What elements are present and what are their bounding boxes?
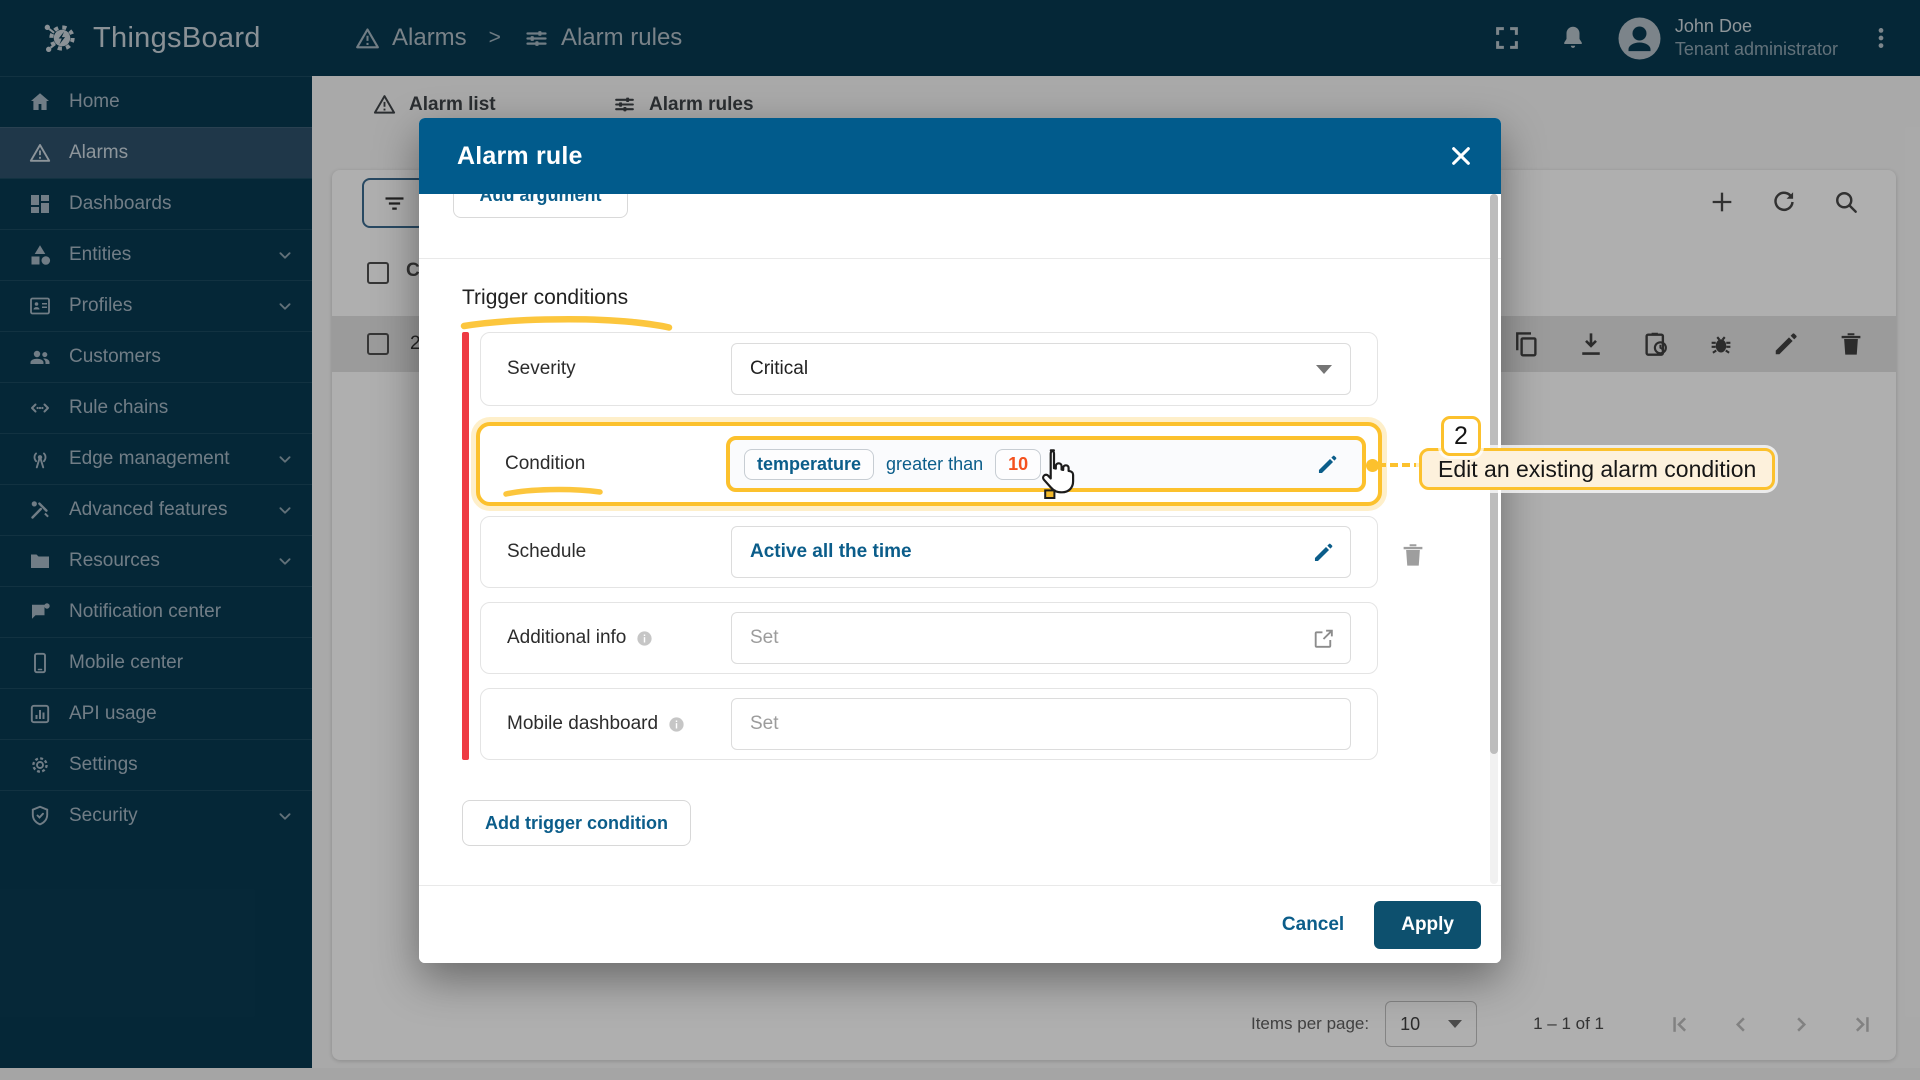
callout-step-badge: 2 [1441, 416, 1481, 456]
severity-row: Severity Critical [480, 332, 1378, 406]
dialog-title: Alarm rule [457, 141, 583, 170]
schedule-label: Schedule [507, 541, 587, 562]
cancel-button[interactable]: Cancel [1260, 904, 1366, 946]
delete-trigger-condition-icon[interactable] [1398, 538, 1428, 572]
annotation-underline [460, 315, 673, 331]
dialog-footer: Cancel Apply [419, 885, 1501, 963]
trigger-block-red-bar [462, 332, 469, 760]
additional-info-field[interactable]: Set [731, 612, 1351, 664]
alarm-rule-dialog: Alarm rule Add argument Trigger conditio… [419, 118, 1501, 963]
section-divider [419, 258, 1501, 259]
dialog-header: Alarm rule [419, 118, 1501, 194]
severity-select[interactable]: Critical [731, 343, 1351, 395]
info-icon [637, 630, 652, 646]
mobile-dashboard-label: Mobile dashboard [507, 713, 731, 735]
add-trigger-condition-button[interactable]: Add trigger condition [462, 800, 691, 846]
info-icon [669, 716, 684, 732]
annotation-underline [503, 486, 603, 497]
callout-connector-line [1378, 463, 1422, 467]
add-argument-button[interactable]: Add argument [453, 194, 628, 218]
thingsboard-app: ThingsBoard Alarms > Alarm rules John Do… [0, 0, 1920, 1080]
mobile-dashboard-field[interactable]: Set [731, 698, 1351, 750]
condition-key-chip[interactable]: temperature [744, 448, 875, 480]
edit-pencil-icon[interactable] [1311, 540, 1336, 565]
dialog-scrollbar [1490, 194, 1498, 884]
condition-value-chip[interactable]: 10 [995, 448, 1042, 480]
open-in-new-icon[interactable] [1311, 626, 1336, 651]
condition-label: Condition [503, 453, 726, 497]
close-icon[interactable] [1445, 140, 1477, 172]
apply-button[interactable]: Apply [1374, 900, 1481, 949]
caret-down-icon [1316, 364, 1332, 374]
additional-info-row: Additional info Set [480, 602, 1378, 674]
severity-label: Severity [507, 358, 576, 379]
dialog-body: Add argument Trigger conditions Severity… [419, 194, 1501, 885]
additional-info-label: Additional info [507, 627, 731, 649]
trigger-conditions-title: Trigger conditions [462, 286, 629, 309]
condition-operator: greater than [886, 453, 984, 474]
pointer-cursor-icon [1042, 449, 1075, 500]
schedule-row: Schedule Active all the time [480, 516, 1378, 588]
schedule-field[interactable]: Active all the time [731, 526, 1351, 578]
mobile-dashboard-row: Mobile dashboard Set [480, 688, 1378, 760]
edit-pencil-icon[interactable] [1315, 452, 1340, 477]
condition-row-highlighted[interactable]: Condition temperature greater than 10 [476, 422, 1382, 506]
